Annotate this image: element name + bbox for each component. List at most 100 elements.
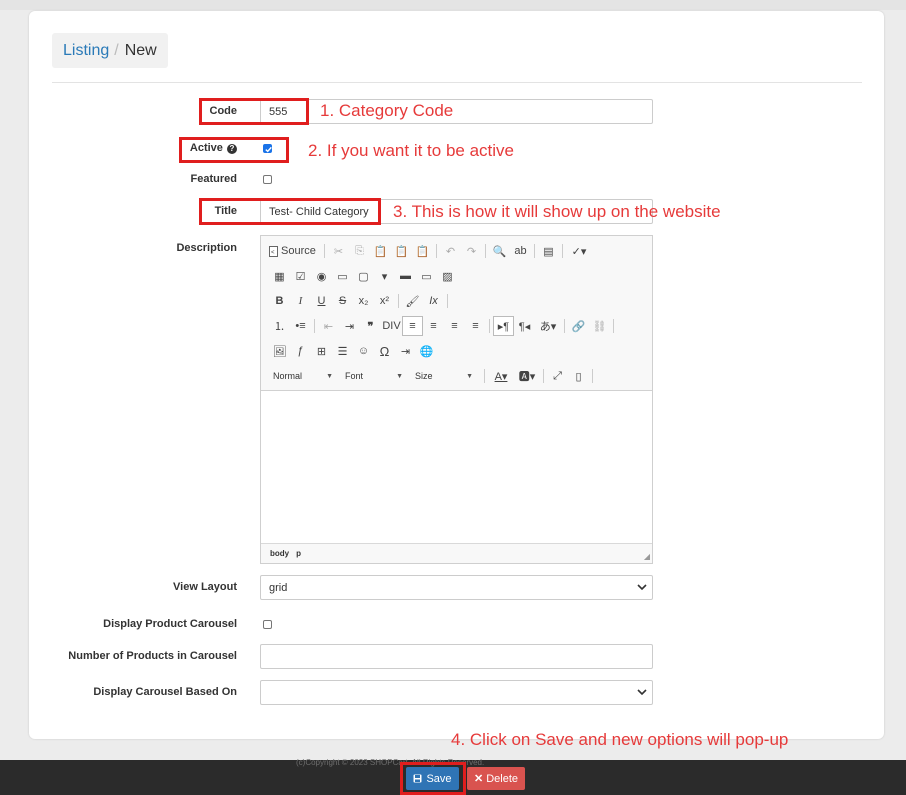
toolbar-separator bbox=[398, 294, 399, 308]
find-icon[interactable]: 🔍 bbox=[489, 241, 510, 261]
form-icon[interactable]: ▦ bbox=[269, 266, 290, 286]
copy-format-icon[interactable]: 🖌 bbox=[402, 291, 423, 311]
editor-content-area[interactable] bbox=[261, 391, 652, 543]
blockquote-icon[interactable]: ❞ bbox=[360, 316, 381, 336]
breadcrumb-current: New bbox=[124, 41, 157, 59]
link-icon[interactable]: 🔗 bbox=[568, 316, 589, 336]
align-right-icon[interactable]: ≡ bbox=[444, 316, 465, 336]
replace-icon[interactable]: ab bbox=[510, 241, 531, 261]
italic-icon[interactable]: I bbox=[290, 291, 311, 311]
table-icon[interactable]: ⊞ bbox=[311, 341, 332, 361]
horizontal-line-icon[interactable]: ☰ bbox=[332, 341, 353, 361]
bold-icon[interactable]: B bbox=[269, 291, 290, 311]
chevron-down-icon bbox=[637, 584, 647, 591]
font-combo[interactable]: Font ▼ bbox=[341, 367, 407, 385]
button-field-icon[interactable]: ▬ bbox=[395, 266, 416, 286]
text-direction-ltr-icon[interactable]: ▸¶ bbox=[493, 316, 514, 336]
display-carousel-label: Display Product Carousel bbox=[103, 618, 237, 630]
toolbar-separator bbox=[592, 369, 593, 383]
outdent-icon[interactable]: ⇤ bbox=[318, 316, 339, 336]
chevron-down-icon: ▼ bbox=[466, 372, 473, 380]
image-icon[interactable]: 🖼 bbox=[269, 341, 290, 361]
copy-icon[interactable]: ⎘ bbox=[349, 241, 370, 261]
smiley-icon[interactable]: ☺ bbox=[353, 341, 374, 361]
code-input[interactable]: 555 bbox=[260, 99, 653, 124]
toolbar-separator bbox=[447, 294, 448, 308]
radio-icon[interactable]: ◉ bbox=[311, 266, 332, 286]
superscript-icon[interactable]: x² bbox=[374, 291, 395, 311]
div-container-icon[interactable]: DIV bbox=[381, 316, 402, 336]
delete-button[interactable]: ✕ Delete bbox=[467, 767, 525, 790]
remove-format-icon[interactable]: Ix bbox=[423, 291, 444, 311]
subscript-icon[interactable]: x₂ bbox=[353, 291, 374, 311]
iframe-icon[interactable]: 🌐 bbox=[416, 341, 437, 361]
breadcrumb-listing-link[interactable]: Listing bbox=[63, 42, 109, 60]
spellcheck-icon[interactable]: ✓▾ bbox=[566, 241, 592, 261]
featured-checkbox[interactable] bbox=[263, 175, 272, 184]
featured-label: Featured bbox=[190, 173, 237, 185]
format-combo[interactable]: Normal ▼ bbox=[269, 367, 337, 385]
highlight-active bbox=[179, 137, 289, 163]
background-color-icon[interactable]: 🅰▾ bbox=[514, 366, 540, 386]
paste-text-icon[interactable]: 📋 bbox=[391, 241, 412, 261]
source-label: Source bbox=[281, 245, 316, 257]
textarea-icon[interactable]: ▢ bbox=[353, 266, 374, 286]
view-layout-value: grid bbox=[269, 581, 288, 594]
size-combo[interactable]: Size ▼ bbox=[411, 367, 477, 385]
text-color-icon[interactable]: A▾ bbox=[488, 366, 514, 386]
underline-icon[interactable]: U bbox=[311, 291, 332, 311]
chevron-down-icon: ▼ bbox=[326, 372, 333, 380]
top-strip bbox=[0, 0, 906, 10]
status-path-p[interactable]: p bbox=[296, 549, 301, 558]
description-label: Description bbox=[176, 242, 237, 254]
image-button-icon[interactable]: ▭ bbox=[416, 266, 437, 286]
size-combo-label: Size bbox=[415, 371, 433, 381]
status-path-body[interactable]: body bbox=[270, 549, 289, 558]
checkbox-icon[interactable]: ☑ bbox=[290, 266, 311, 286]
annotation-3: 3. This is how it will show up on the we… bbox=[393, 202, 721, 221]
breadcrumb: Listing / New bbox=[52, 33, 168, 68]
unlink-icon[interactable]: ⛓ bbox=[589, 316, 610, 336]
redo-icon[interactable]: ↷ bbox=[461, 241, 482, 261]
align-left-icon[interactable]: ≡ bbox=[402, 316, 423, 336]
justify-icon[interactable]: ≡ bbox=[465, 316, 486, 336]
select-all-icon[interactable]: ▤ bbox=[538, 241, 559, 261]
chevron-down-icon: ▼ bbox=[396, 372, 403, 380]
rich-text-editor: < Source ✂ ⎘ 📋 📋 📋 ↶ ↷ 🔍 ab ▤ ✓▾ ▦ ☑ ◉ ▭ bbox=[260, 235, 653, 564]
align-center-icon[interactable]: ≡ bbox=[423, 316, 444, 336]
format-combo-label: Normal bbox=[273, 371, 303, 381]
show-blocks-icon[interactable]: ▯ bbox=[568, 366, 589, 386]
numbered-list-icon[interactable]: ⒈ bbox=[269, 316, 290, 336]
cut-icon[interactable]: ✂ bbox=[328, 241, 349, 261]
editor-toolbar: < Source ✂ ⎘ 📋 📋 📋 ↶ ↷ 🔍 ab ▤ ✓▾ ▦ ☑ ◉ ▭ bbox=[261, 236, 652, 391]
bulleted-list-icon[interactable]: •≡ bbox=[290, 316, 311, 336]
select-field-icon[interactable]: ▾ bbox=[374, 266, 395, 286]
maximize-icon[interactable]: ⤢ bbox=[547, 366, 568, 386]
carousel-based-select[interactable] bbox=[260, 680, 653, 705]
text-direction-rtl-icon[interactable]: ¶◂ bbox=[514, 316, 535, 336]
special-char-icon[interactable]: Ω bbox=[374, 341, 395, 361]
paste-icon[interactable]: 📋 bbox=[370, 241, 391, 261]
delete-label: Delete bbox=[486, 772, 518, 785]
source-button[interactable]: < Source bbox=[269, 241, 321, 261]
page-break-icon[interactable]: ⇥ bbox=[395, 341, 416, 361]
resize-handle-icon[interactable]: ◢ bbox=[644, 552, 650, 561]
language-icon[interactable]: あ▾ bbox=[535, 316, 561, 336]
undo-icon[interactable]: ↶ bbox=[440, 241, 461, 261]
strikethrough-icon[interactable]: S bbox=[332, 291, 353, 311]
paste-word-icon[interactable]: 📋 bbox=[412, 241, 433, 261]
num-products-input[interactable] bbox=[260, 644, 653, 669]
indent-icon[interactable]: ⇥ bbox=[339, 316, 360, 336]
flash-icon[interactable]: ƒ bbox=[290, 341, 311, 361]
toolbar-separator bbox=[484, 369, 485, 383]
view-layout-select[interactable]: grid bbox=[260, 575, 653, 600]
annotation-1: 1. Category Code bbox=[320, 101, 454, 120]
textfield-icon[interactable]: ▭ bbox=[332, 266, 353, 286]
toolbar-row-6: Normal ▼ Font ▼ Size ▼ A▾ 🅰▾ ⤢ ▯ bbox=[269, 366, 596, 386]
display-carousel-checkbox[interactable] bbox=[263, 620, 272, 629]
editor-status-bar: body p bbox=[261, 543, 652, 563]
hidden-field-icon[interactable]: ▨ bbox=[437, 266, 458, 286]
toolbar-separator bbox=[543, 369, 544, 383]
view-layout-label: View Layout bbox=[173, 581, 237, 593]
toolbar-separator bbox=[489, 319, 490, 333]
